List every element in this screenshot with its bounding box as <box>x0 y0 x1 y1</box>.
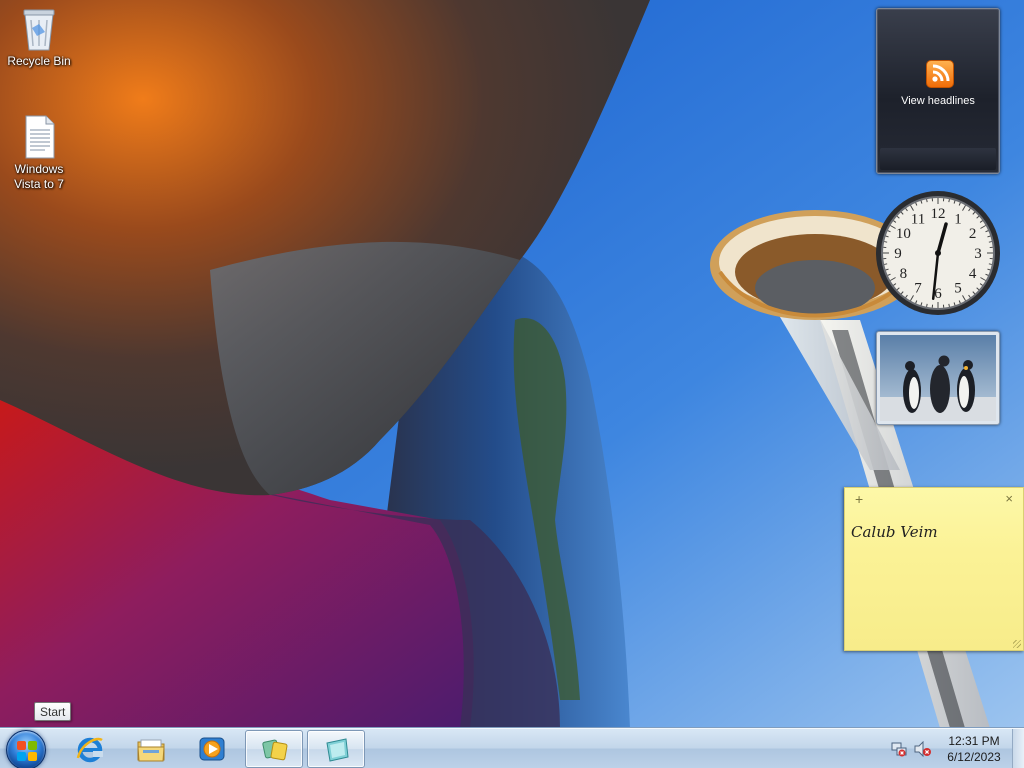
resize-grip-icon[interactable] <box>1013 640 1021 648</box>
clock-tick <box>948 303 950 307</box>
taskbar-windows-gadgets[interactable] <box>245 730 303 768</box>
text-file-icon <box>19 114 59 160</box>
clock-gadget[interactable]: 12 1 2 3 4 5 6 7 8 9 10 11 <box>874 189 1002 317</box>
tray-clock[interactable]: 12:31 PM 6/12/2023 <box>938 733 1010 765</box>
penguins-photo <box>880 335 996 421</box>
clock-tick <box>884 241 888 243</box>
clock-hour-number: 1 <box>954 211 962 227</box>
start-tooltip: Start <box>34 702 72 721</box>
taskbar: 12:31 PM 6/12/2023 <box>0 728 1024 768</box>
clock-hour-number: 3 <box>974 246 982 262</box>
clock-hour-number: 5 <box>954 281 962 297</box>
ie-icon <box>76 737 103 763</box>
windows-vista-to-7-label: Windows Vista to 7 <box>14 162 64 191</box>
clock-hour-number: 9 <box>894 246 902 262</box>
clock-hour-number: 2 <box>969 226 977 242</box>
start-button[interactable] <box>6 730 46 768</box>
recycle-bin-label: Recycle Bin <box>7 54 71 68</box>
view-headlines-link[interactable]: View headlines <box>877 95 999 107</box>
clock-tick <box>884 263 888 265</box>
clock-tick <box>926 199 928 203</box>
clock-hour-number: 7 <box>914 281 922 297</box>
volume-muted-icon[interactable] <box>914 740 932 758</box>
show-desktop-button[interactable] <box>1012 729 1024 768</box>
clock-tick <box>988 241 992 243</box>
tray-time: 12:31 PM <box>948 734 1000 748</box>
taskbar-windows-explorer[interactable] <box>122 730 180 768</box>
sticky-note-text[interactable]: Calub Veim <box>845 512 1023 541</box>
clock-hour-number: 11 <box>911 211 925 227</box>
new-note-button[interactable]: + <box>855 491 863 507</box>
recycle-bin-shortcut[interactable]: Recycle Bin <box>3 6 75 69</box>
rss-icon <box>926 60 954 88</box>
tray-date: 6/12/2023 <box>947 750 1001 764</box>
taskbar-sticky-notes[interactable] <box>307 730 365 768</box>
taskbar-internet-explorer[interactable] <box>61 730 119 768</box>
feed-gadget-footer <box>880 148 996 170</box>
delete-note-button[interactable]: × <box>1005 491 1013 506</box>
clock-tick <box>988 263 992 265</box>
sticky-notes-icon <box>326 738 349 762</box>
slideshow-gadget[interactable] <box>876 331 1000 425</box>
sticky-note[interactable]: + × Calub Veim <box>844 487 1024 651</box>
windows-logo-icon <box>17 741 37 761</box>
sticky-note-titlebar: + × <box>845 488 1023 512</box>
clock-hour-number: 12 <box>931 206 946 222</box>
clock-hour-number: 4 <box>969 266 977 282</box>
taskbar-windows-media-player[interactable] <box>183 730 241 768</box>
feed-headlines-gadget[interactable]: View headlines <box>876 8 1000 174</box>
network-icon[interactable] <box>891 741 907 757</box>
clock-tick <box>926 303 928 307</box>
gadgets-icon <box>262 739 288 761</box>
clock-tick <box>948 199 950 203</box>
windows-vista-to-7-file[interactable]: Windows Vista to 7 <box>3 114 75 192</box>
clock-hour-number: 8 <box>900 266 908 282</box>
media-player-icon <box>199 737 225 761</box>
recycle-bin-icon <box>19 6 59 52</box>
clock-hour-number: 10 <box>896 226 911 242</box>
folder-icon <box>137 739 165 762</box>
